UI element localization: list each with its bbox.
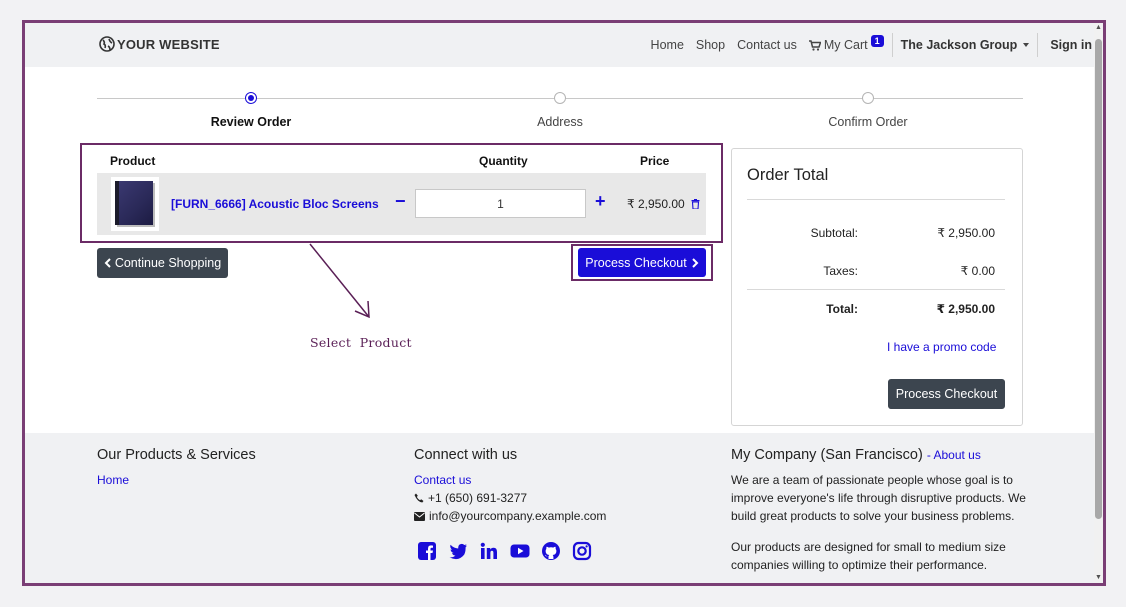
- taxes-label: Taxes:: [823, 264, 858, 278]
- process-checkout-button[interactable]: Process Checkout: [578, 248, 706, 277]
- step-dot-review: [245, 92, 257, 104]
- envelope-icon: [414, 511, 425, 521]
- divider: [747, 289, 1005, 290]
- instagram-icon[interactable]: [572, 541, 592, 561]
- cart-label: My Cart: [823, 38, 868, 52]
- footer-home-link[interactable]: Home: [97, 473, 129, 487]
- navbar: YOUR WEBSITE Home Shop Contact us My Car…: [25, 23, 1100, 67]
- nav-divider: [1037, 33, 1039, 57]
- nav-shop[interactable]: Shop: [696, 38, 725, 52]
- footer-about-paragraph: We are a team of passionate people whose…: [731, 473, 1026, 523]
- annotation-arrow: [309, 243, 370, 319]
- footer-company-name: My Company (San Francisco): [731, 447, 923, 463]
- taxes-value: ₹ 0.00: [960, 264, 995, 278]
- footer-phone-text: +1 (650) 691-3277: [428, 491, 528, 505]
- browser-frame: YOUR WEBSITE Home Shop Contact us My Car…: [22, 20, 1106, 586]
- user-name: The Jackson Group: [900, 38, 1018, 52]
- sign-in-link[interactable]: Sign in: [1050, 38, 1092, 52]
- youtube-icon[interactable]: [510, 541, 530, 561]
- step-review-order: Review Order: [210, 115, 292, 129]
- footer-connect-title: Connect with us: [414, 447, 518, 463]
- chevron-left-icon: [104, 258, 111, 268]
- twitter-icon[interactable]: [448, 541, 468, 561]
- footer-email: info@yourcompany.example.com: [414, 509, 606, 523]
- chevron-right-icon: [692, 257, 699, 268]
- footer-company-title: My Company (San Francisco) - About us: [731, 447, 981, 463]
- step-confirm-order: Confirm Order: [828, 115, 908, 129]
- footer-email-text: info@yourcompany.example.com: [429, 509, 607, 523]
- scroll-thumb[interactable]: [1095, 39, 1102, 519]
- nav-menu: Home Shop Contact us My Cart 1 The Jacks…: [639, 23, 1092, 67]
- facebook-icon[interactable]: [417, 541, 437, 561]
- brand-text: YOUR WEBSITE: [117, 36, 220, 52]
- annotation-label: Select Product: [310, 335, 412, 350]
- step-address: Address: [537, 115, 583, 129]
- user-menu[interactable]: The Jackson Group: [901, 38, 1030, 52]
- footer-phone: +1 (650) 691-3277: [414, 491, 527, 505]
- social-icons: [417, 541, 592, 561]
- linkedin-icon[interactable]: [479, 541, 499, 561]
- continue-shopping-label: Continue Shopping: [114, 256, 222, 270]
- footer-contact-link[interactable]: Contact us: [414, 473, 471, 487]
- cart-icon: [808, 39, 821, 51]
- step-dot-confirm: [862, 92, 874, 104]
- order-total-title: Order Total: [747, 166, 829, 184]
- nav-divider: [891, 33, 893, 57]
- brand-logo[interactable]: YOUR WEBSITE: [99, 36, 220, 52]
- github-icon[interactable]: [541, 541, 561, 561]
- process-checkout-label: Process Checkout: [585, 255, 687, 270]
- page-scrollbar[interactable]: ▲ ▼: [1094, 23, 1103, 583]
- order-checkout-label: Process Checkout: [895, 387, 998, 401]
- order-checkout-button[interactable]: Process Checkout: [888, 379, 1005, 409]
- total-label: Total:: [826, 302, 858, 316]
- continue-shopping-button[interactable]: Continue Shopping: [97, 248, 228, 278]
- footer-products-title: Our Products & Services: [97, 447, 256, 463]
- scroll-up-arrow[interactable]: ▲: [1094, 23, 1103, 33]
- caret-down-icon: [1023, 43, 1030, 47]
- footer-about-paragraph-2: Our products are designed for small to m…: [731, 540, 1006, 572]
- nav-home[interactable]: Home: [651, 38, 684, 52]
- nav-cart[interactable]: My Cart 1: [808, 35, 884, 52]
- annotation-box-product: [80, 143, 723, 243]
- subtotal-label: Subtotal:: [810, 226, 858, 240]
- phone-icon: [414, 493, 424, 503]
- divider: [747, 199, 1005, 200]
- globe-icon: [99, 36, 115, 52]
- footer-about-link[interactable]: About us: [933, 448, 980, 462]
- step-dot-address: [554, 92, 566, 104]
- subtotal-value: ₹ 2,950.00: [937, 226, 995, 240]
- promo-code-link[interactable]: I have a promo code: [887, 340, 996, 354]
- total-value: ₹ 2,950.00: [936, 302, 995, 316]
- cart-count-badge: 1: [870, 35, 884, 47]
- scroll-down-arrow[interactable]: ▼: [1094, 573, 1103, 583]
- nav-contact[interactable]: Contact us: [737, 38, 797, 52]
